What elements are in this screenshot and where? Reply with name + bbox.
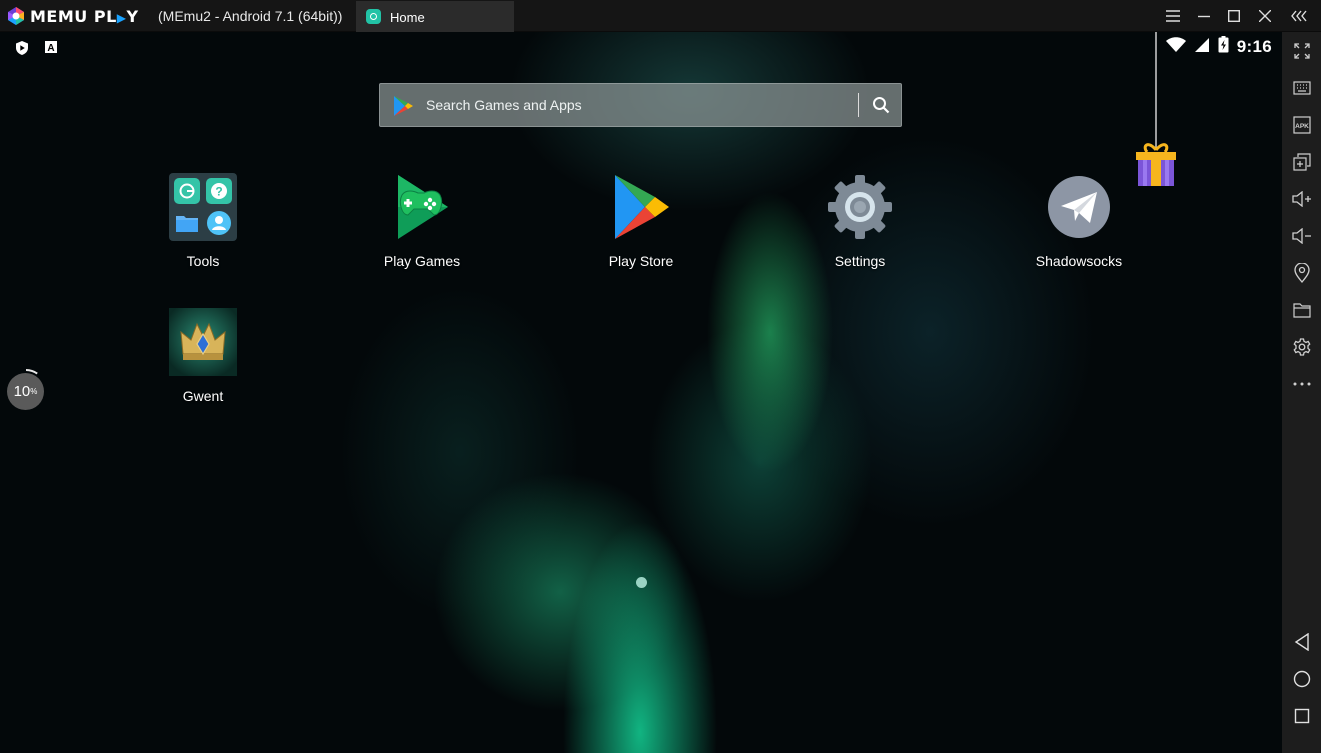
status-bar-right: 9:16 bbox=[1165, 36, 1272, 58]
right-toolbar: APK bbox=[1282, 32, 1321, 753]
tab-label: Home bbox=[390, 10, 425, 25]
app-label: Settings bbox=[834, 253, 886, 269]
status-clock: 9:16 bbox=[1236, 37, 1272, 56]
minimize-icon[interactable] bbox=[1192, 4, 1216, 28]
close-icon[interactable] bbox=[1253, 4, 1277, 28]
recents-icon[interactable] bbox=[1290, 704, 1314, 728]
progress-unit: % bbox=[30, 387, 38, 396]
svg-text:A: A bbox=[47, 43, 54, 54]
brand-name: MEMU PL▶Y bbox=[30, 7, 139, 26]
search-icon[interactable] bbox=[868, 92, 894, 118]
settings-gear-icon bbox=[826, 173, 894, 241]
gwent-crown-icon bbox=[169, 308, 237, 376]
apk-install-icon[interactable]: APK bbox=[1290, 113, 1314, 137]
svg-text:APK: APK bbox=[1295, 123, 1309, 130]
more-icon[interactable] bbox=[1290, 372, 1314, 396]
app-tools[interactable]: ? Tools bbox=[133, 173, 273, 269]
play-games-icon bbox=[388, 173, 456, 241]
keymapping-icon[interactable] bbox=[1290, 76, 1314, 100]
keyboard-a-icon: A bbox=[44, 40, 58, 61]
progress-value: 10 bbox=[13, 383, 31, 400]
app-label: Shadowsocks bbox=[1035, 253, 1123, 269]
volume-down-icon[interactable] bbox=[1290, 224, 1314, 248]
app-label: Play Games bbox=[383, 253, 461, 269]
app-shadowsocks[interactable]: Shadowsocks bbox=[1009, 173, 1149, 269]
app-play-games[interactable]: Play Games bbox=[352, 173, 492, 269]
home-tab-icon bbox=[366, 9, 381, 24]
collapse-sidebar-icon[interactable] bbox=[1288, 4, 1312, 28]
home-icon[interactable] bbox=[1290, 667, 1314, 691]
memory-progress-badge[interactable]: 10% bbox=[7, 373, 44, 410]
gift-icon[interactable] bbox=[1134, 32, 1178, 193]
app-label: Play Store bbox=[608, 253, 674, 269]
play-store-logo-icon bbox=[392, 95, 414, 122]
fullscreen-icon[interactable] bbox=[1290, 39, 1314, 63]
memu-logo-icon bbox=[6, 6, 26, 26]
multi-instance-icon[interactable] bbox=[1290, 150, 1314, 174]
search-input[interactable] bbox=[424, 84, 844, 126]
window-title: (MEmu2 - Android 7.1 (64bit)) bbox=[158, 8, 343, 24]
tab-home[interactable]: Home bbox=[356, 1, 514, 32]
settings-icon[interactable] bbox=[1290, 335, 1314, 359]
battery-charging-icon bbox=[1218, 36, 1229, 58]
svg-text:?: ? bbox=[215, 185, 222, 199]
app-settings[interactable]: Settings bbox=[790, 173, 930, 269]
app-label: Gwent bbox=[182, 388, 224, 404]
signal-icon bbox=[1194, 37, 1210, 58]
shared-folder-icon[interactable] bbox=[1290, 298, 1314, 322]
status-bar-left: A bbox=[14, 40, 58, 61]
maximize-icon[interactable] bbox=[1222, 4, 1246, 28]
app-gwent[interactable]: Gwent bbox=[133, 308, 273, 404]
app-play-store[interactable]: Play Store bbox=[571, 173, 711, 269]
tools-folder-icon: ? bbox=[169, 173, 237, 241]
location-icon[interactable] bbox=[1290, 261, 1314, 285]
menu-icon[interactable] bbox=[1161, 4, 1185, 28]
title-bar: MEMU PL▶Y (MEmu2 - Android 7.1 (64bit)) … bbox=[0, 0, 1321, 32]
android-home-screen: A 9:16 Search Games and Apps ? Tools Pla… bbox=[0, 32, 1282, 753]
volume-up-icon[interactable] bbox=[1290, 187, 1314, 211]
shadowsocks-icon bbox=[1045, 173, 1113, 241]
play-protect-icon bbox=[14, 40, 30, 61]
page-indicator-dot bbox=[636, 577, 647, 588]
app-label: Tools bbox=[186, 253, 220, 269]
back-icon[interactable] bbox=[1290, 630, 1314, 654]
play-store-icon bbox=[607, 173, 675, 241]
search-bar[interactable] bbox=[379, 83, 902, 127]
search-divider bbox=[858, 93, 859, 117]
